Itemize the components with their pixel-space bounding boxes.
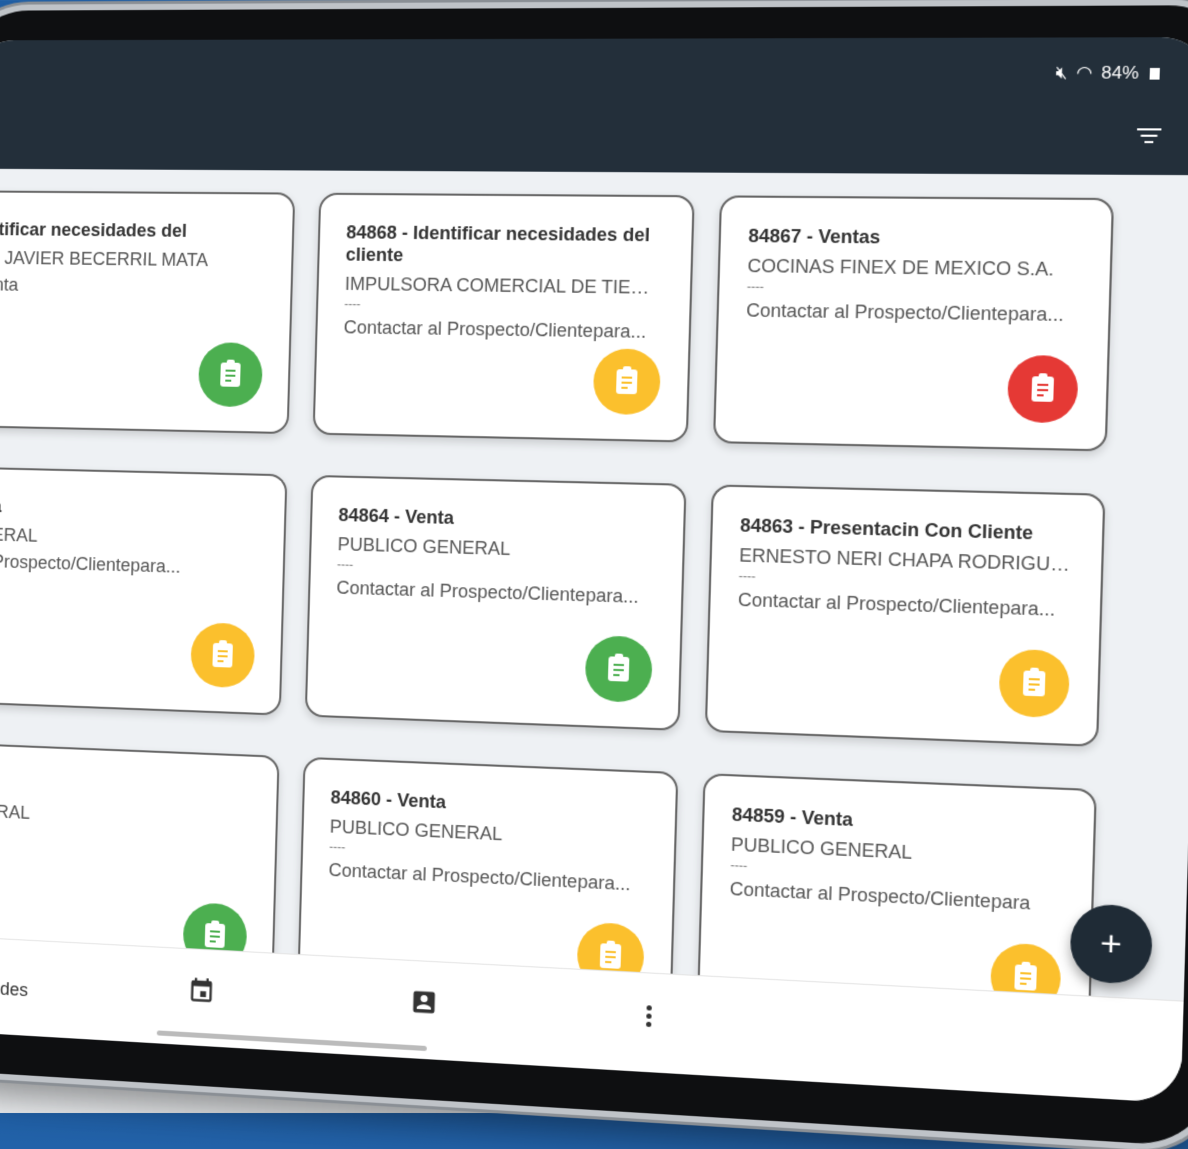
card-task: ar al Prospecto/Clientepara... xyxy=(0,550,181,577)
clipboard-icon xyxy=(220,362,241,387)
card-title: Venta xyxy=(0,494,259,524)
card-title: 84863 - Presentacin Con Cliente xyxy=(739,515,1034,544)
card-title: 84867 - Ventas xyxy=(748,225,881,248)
clipboard-icon xyxy=(616,369,638,395)
card-client: SCO JAVIER BECERRIL MATA xyxy=(0,248,209,271)
contact-card-icon[interactable] xyxy=(409,987,438,1017)
app-screen: 🔇︎ ◠ 84% Identificar necesidades del SCO … xyxy=(0,37,1188,1104)
activity-card[interactable]: 84868 - Identificar necesidades del clie… xyxy=(312,192,695,443)
activity-grid: Identificar necesidades del SCO JAVIER BE… xyxy=(0,169,1188,1043)
clipboard-icon xyxy=(1022,670,1046,697)
nav-activities-label[interactable]: des xyxy=(0,979,28,1001)
wifi-icon: ◠ xyxy=(1075,62,1093,83)
clipboard-icon xyxy=(1014,964,1037,991)
activity-card[interactable]: 84864 - Venta PUBLICO GENERAL ---- Contacta… xyxy=(304,474,687,731)
battery-icon xyxy=(1149,67,1160,80)
card-task: Contactar al Prospecto/Clientepara... xyxy=(737,589,1056,620)
card-title: Venta xyxy=(0,770,251,805)
status-badge[interactable] xyxy=(592,348,662,416)
card-client: COCINAS FINEX DE MEXICO S.A. xyxy=(747,255,1055,280)
activity-card[interactable]: 84863 - Presentacin Con Cliente ERNESTO N… xyxy=(704,484,1106,747)
battery-text: 84% xyxy=(1100,62,1140,83)
card-client: IMPULSORA COMERCIAL DE TIEND... xyxy=(344,273,664,299)
card-title: 84860 - Venta xyxy=(330,787,447,813)
clipboard-icon xyxy=(599,943,622,969)
mute-icon: 🔇︎ xyxy=(1055,62,1068,83)
card-title: 84864 - Venta xyxy=(338,504,455,529)
status-badge[interactable] xyxy=(1006,354,1079,424)
status-badge[interactable] xyxy=(584,635,653,704)
tablet-device: 🔇︎ ◠ 84% Identificar necesidades del SCO … xyxy=(0,5,1188,1148)
card-separator: ---- xyxy=(344,296,361,312)
more-vert-icon[interactable] xyxy=(633,1001,663,1031)
card-title: 84859 - Venta xyxy=(731,804,854,831)
card-task: e venta xyxy=(0,274,19,295)
card-title: Identificar necesidades del xyxy=(0,218,188,241)
card-client: GENERAL xyxy=(0,523,38,546)
status-badge[interactable] xyxy=(998,648,1071,719)
clipboard-icon xyxy=(212,642,233,668)
status-badge[interactable] xyxy=(190,622,256,689)
clipboard-icon xyxy=(204,923,226,949)
card-task: Contactar al Prospecto/Clientepara... xyxy=(336,577,639,608)
status-badge[interactable] xyxy=(197,342,264,408)
card-task: Contactar al Prospecto/Clientepara... xyxy=(745,300,1064,326)
app-bar: 🔇︎ ◠ 84% xyxy=(0,37,1188,176)
card-separator: ---- xyxy=(746,279,765,295)
card-client: GENERAL xyxy=(0,799,31,823)
clipboard-icon xyxy=(607,656,630,682)
clipboard-icon xyxy=(1031,376,1054,402)
activity-card[interactable]: VentaGENERAL ar al Prospecto/Clientepara.… xyxy=(0,465,288,716)
card-title: 84868 - Identificar necesidades del clie… xyxy=(345,222,651,266)
card-task: Contactar al Prospecto/Clientepara... xyxy=(343,317,647,342)
status-bar: 🔇︎ ◠ 84% xyxy=(1055,63,1160,84)
filter-icon[interactable] xyxy=(1136,126,1163,145)
activity-card[interactable]: Identificar necesidades del SCO JAVIER BE… xyxy=(0,190,296,435)
activity-card[interactable]: 84867 - Ventas COCINAS FINEX DE MEXICO S.… xyxy=(712,195,1115,452)
calendar-icon[interactable] xyxy=(187,975,215,1005)
